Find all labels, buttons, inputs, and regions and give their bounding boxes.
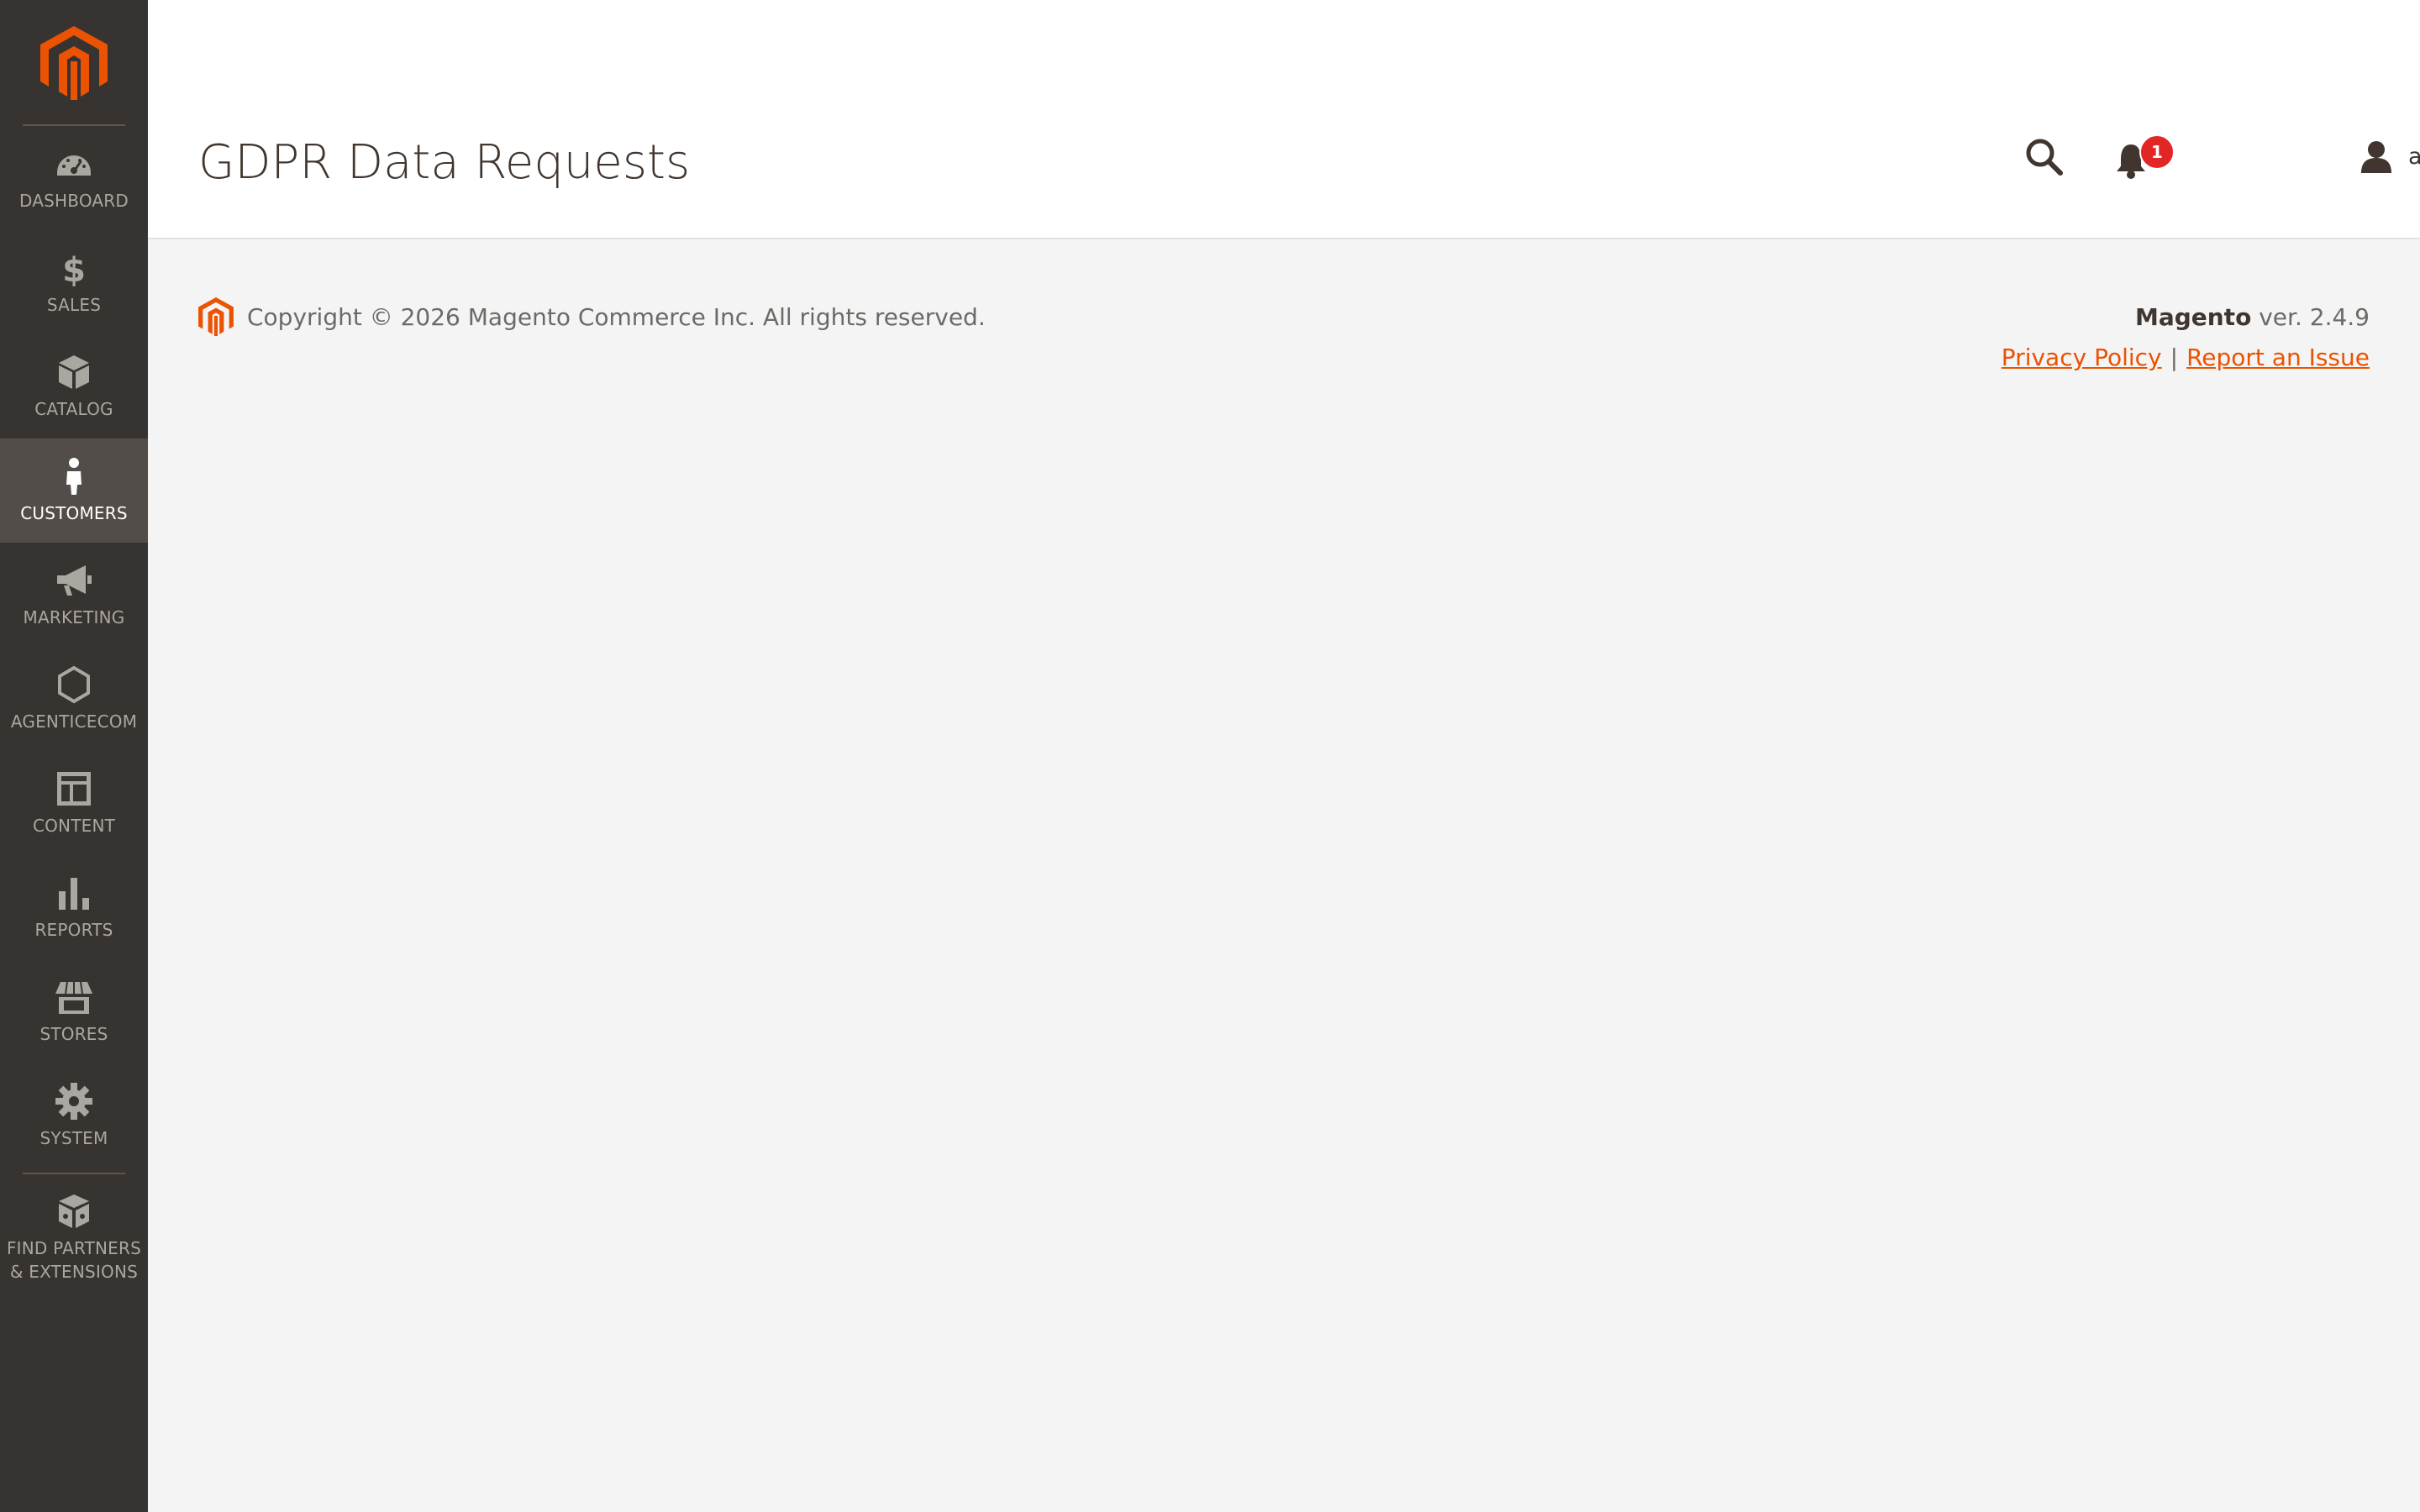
admin-username: admin: [2408, 143, 2420, 170]
privacy-policy-link[interactable]: Privacy Policy: [2002, 344, 2162, 371]
sidebar-item-label: CUSTOMERS: [20, 503, 128, 523]
sidebar-item-customers[interactable]: CUSTOMERS: [0, 438, 148, 543]
version-text: ver. 2.4.9: [2251, 303, 2370, 331]
magento-logo-icon: [40, 26, 108, 100]
sidebar-item-label: REPORTS: [34, 920, 113, 940]
gear-icon: [54, 1081, 94, 1121]
box-icon: [54, 352, 94, 392]
user-icon: [2361, 141, 2391, 173]
sidebar-item-label: CATALOG: [34, 399, 113, 419]
sidebar-item-label: CONTENT: [32, 816, 116, 836]
sidebar-item-stores[interactable]: STORES: [0, 959, 148, 1063]
sidebar-item-reports[interactable]: REPORTS: [0, 855, 148, 959]
layout-icon: [54, 769, 94, 809]
sidebar-item-label: MARKETING: [23, 607, 125, 627]
storefront-icon: [54, 977, 94, 1017]
notifications-button[interactable]: 1: [2114, 134, 2175, 180]
sidebar-item-find-partners[interactable]: FIND PARTNERS & EXTENSIONS: [0, 1174, 148, 1300]
partners-label-line2: & EXTENSIONS: [9, 1262, 139, 1282]
dashboard-icon: [54, 144, 94, 184]
svg-text:$: $: [62, 251, 86, 288]
sidebar-item-label: AGENTICECOM: [10, 711, 138, 732]
sidebar-item-dashboard[interactable]: DASHBOARD: [0, 126, 148, 230]
extensions-box-icon: [54, 1191, 94, 1231]
sidebar-item-label: SALES: [46, 295, 102, 315]
global-search-button[interactable]: [2023, 136, 2065, 178]
footer-links: Privacy Policy | Report an Issue: [2002, 338, 2370, 378]
person-icon: [54, 456, 94, 496]
sidebar-item-label: STORES: [39, 1024, 108, 1044]
magento-footer-logo-icon: [198, 297, 234, 336]
sidebar-item-agenticecom[interactable]: AGENTICECOM: [0, 647, 148, 751]
admin-user-menu[interactable]: admin: [2360, 136, 2420, 176]
megaphone-icon: [54, 560, 94, 601]
sidebar-item-sales[interactable]: $ SALES: [0, 230, 148, 334]
hexagon-icon: [54, 664, 94, 705]
report-issue-link[interactable]: Report an Issue: [2186, 344, 2370, 371]
footer-meta: Magento ver. 2.4.9 Privacy Policy | Report…: [2002, 297, 2370, 378]
footer-copyright: Copyright © 2026 Magento Commerce Inc. A…: [198, 297, 986, 336]
copyright-text: Copyright © 2026 Magento Commerce Inc. A…: [247, 302, 986, 331]
sidebar-item-label: SYSTEM: [39, 1128, 108, 1148]
brand-name: Magento: [2134, 303, 2252, 331]
search-icon: [2026, 139, 2063, 176]
sidebar-item-content[interactable]: CONTENT: [0, 751, 148, 855]
notifications-count-badge: 1: [2139, 134, 2175, 170]
sidebar-item-label: DASHBOARD: [18, 191, 129, 211]
sidebar-item-label: FIND PARTNERS & EXTENSIONS: [7, 1236, 141, 1284]
sidebar-item-system[interactable]: SYSTEM: [0, 1063, 148, 1168]
page-header: GDPR Data Requests 1 admin: [148, 0, 2420, 239]
magento-logo[interactable]: [0, 0, 148, 126]
page-title: GDPR Data Requests: [198, 135, 691, 190]
sidebar-item-catalog[interactable]: CATALOG: [0, 334, 148, 438]
dollar-icon: $: [54, 248, 94, 288]
link-separator: |: [2170, 344, 2179, 371]
sidebar-item-marketing[interactable]: MARKETING: [0, 543, 148, 647]
bar-chart-icon: [54, 873, 94, 913]
partners-label-line1: FIND PARTNERS: [6, 1238, 142, 1258]
admin-sidebar: DASHBOARD $ SALES CATALOG CUSTOMERS MARK…: [0, 0, 148, 1512]
version-info: Magento ver. 2.4.9: [2002, 297, 2370, 338]
